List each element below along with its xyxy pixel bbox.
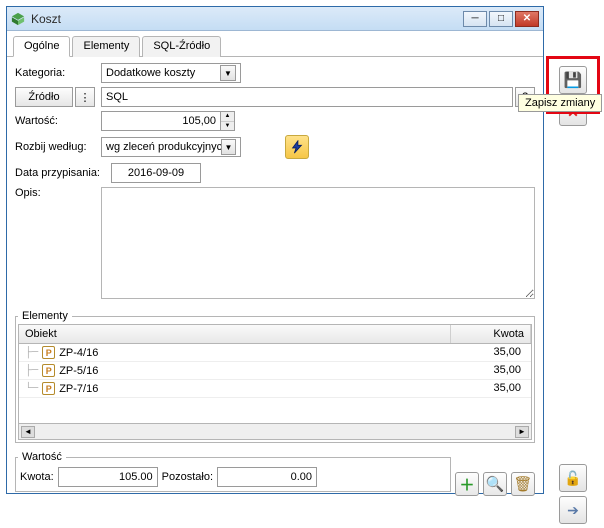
document-icon: P [42, 346, 55, 359]
chevron-down-icon: ▼ [221, 139, 236, 155]
app-icon [11, 12, 25, 26]
table-row[interactable]: └─PZP-7/16 35,00 [19, 380, 531, 398]
titlebar: Koszt ─ □ ✕ [7, 7, 543, 31]
kategoria-label: Kategoria: [15, 67, 101, 79]
opis-textarea[interactable] [101, 187, 535, 299]
tooltip: Zapisz zmiany [518, 94, 602, 112]
col-kwota[interactable]: Kwota [451, 325, 531, 343]
close-button[interactable]: ✕ [515, 11, 539, 27]
pozostalo-label: Pozostało: [162, 471, 213, 483]
side-toolbar: 💾 ✕ 🔓 ➔ [548, 6, 598, 528]
kategoria-value: Dodatkowe koszty [106, 67, 195, 79]
elementy-grid[interactable]: Obiekt Kwota ├─PZP-4/16 35,00 ├─PZP-5/16… [18, 324, 532, 424]
tabstrip: Ogólne Elementy SQL-Źródło [7, 31, 543, 57]
wartosc-input[interactable] [101, 111, 221, 131]
wartosc-group: Wartość Kwota: Pozostało: [15, 451, 451, 492]
document-icon: P [42, 364, 55, 377]
window: Koszt ─ □ ✕ Ogólne Elementy SQL-Źródło K… [6, 6, 544, 494]
opis-label: Opis: [15, 187, 101, 199]
tab-elementy[interactable]: Elementy [72, 36, 140, 57]
table-row[interactable]: ├─PZP-5/16 35,00 [19, 362, 531, 380]
rozbij-value: wg zleceń produkcyjnych [106, 141, 221, 153]
table-row[interactable]: ├─PZP-4/16 35,00 [19, 344, 531, 362]
zrodlo-button[interactable]: Źródło [15, 87, 73, 107]
kwota-label: Kwota: [20, 471, 54, 483]
col-obiekt[interactable]: Obiekt [19, 325, 451, 343]
add-button[interactable]: ＋ [455, 472, 479, 496]
elementy-legend: Elementy [18, 310, 72, 322]
lock-button[interactable]: 🔓 [559, 464, 587, 492]
rozbij-combo[interactable]: wg zleceń produkcyjnych ▼ [101, 137, 241, 157]
lightning-icon [290, 140, 304, 154]
data-input[interactable] [111, 163, 201, 183]
grid-header: Obiekt Kwota [19, 325, 531, 344]
zrodlo-input[interactable] [101, 87, 513, 107]
wartosc-spinner[interactable]: ▲▼ [221, 111, 235, 131]
next-button[interactable]: ➔ [559, 496, 587, 524]
wartosc-legend: Wartość [18, 451, 66, 463]
content-area: Kategoria: Dodatkowe koszty ▼ Źródło ⋮ ?… [7, 57, 543, 495]
zoom-button[interactable]: 🔍 [483, 472, 507, 496]
scroll-right-icon[interactable]: ► [515, 426, 529, 438]
wartosc-label: Wartość: [15, 115, 101, 127]
elementy-group: Elementy Obiekt Kwota ├─PZP-4/16 35,00 ├… [15, 310, 535, 443]
kategoria-combo[interactable]: Dodatkowe koszty ▼ [101, 63, 241, 83]
delete-button[interactable]: 🗑 [511, 472, 535, 496]
save-button[interactable]: 💾 [559, 66, 587, 94]
maximize-button[interactable]: □ [489, 11, 513, 27]
zrodlo-aux-button[interactable]: ⋮ [75, 87, 95, 107]
document-icon: P [42, 382, 55, 395]
tab-sql-zrodlo[interactable]: SQL-Źródło [142, 36, 221, 57]
scroll-left-icon[interactable]: ◄ [21, 426, 35, 438]
data-label: Data przypisania: [15, 167, 111, 179]
window-title: Koszt [31, 12, 61, 26]
minimize-button[interactable]: ─ [463, 11, 487, 27]
kwota-input[interactable] [58, 467, 158, 487]
lightning-button[interactable] [285, 135, 309, 159]
hscrollbar[interactable]: ◄ ► [18, 424, 532, 440]
chevron-down-icon: ▼ [220, 65, 236, 81]
tab-ogolne[interactable]: Ogólne [13, 36, 70, 57]
pozostalo-input[interactable] [217, 467, 317, 487]
rozbij-label: Rozbij według: [15, 141, 101, 153]
